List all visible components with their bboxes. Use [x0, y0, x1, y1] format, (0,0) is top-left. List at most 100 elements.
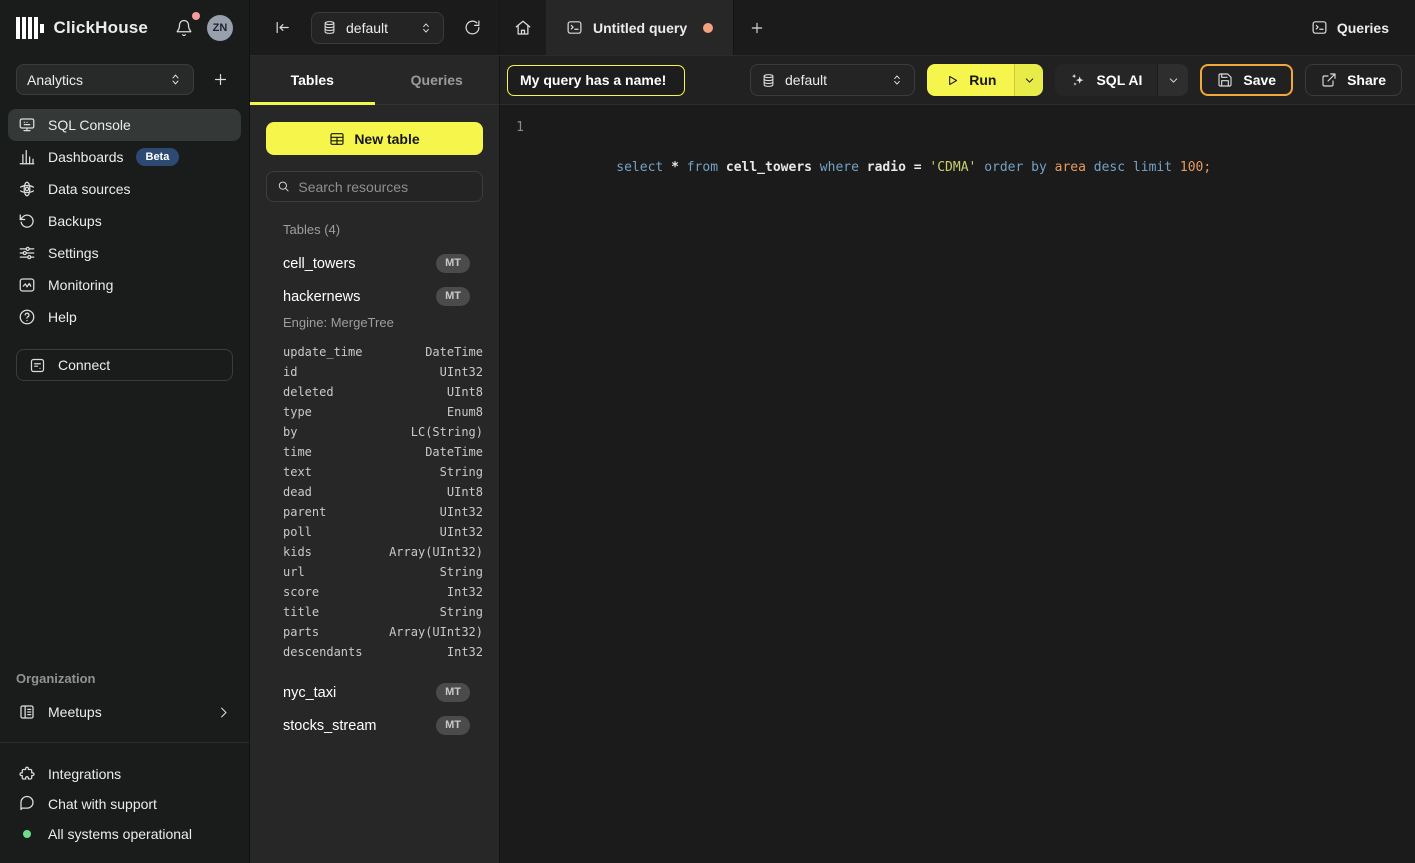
sidebar-item-backups[interactable]: Backups — [8, 205, 241, 237]
column-name: poll — [283, 525, 312, 539]
sidebar-item-dashboards[interactable]: Dashboards Beta — [8, 141, 241, 173]
table-name: cell_towers — [283, 256, 356, 272]
sql-ai-options-button[interactable] — [1157, 64, 1188, 96]
sidebar-item-label: SQL Console — [48, 117, 131, 133]
clickhouse-logo[interactable]: ClickHouse — [16, 17, 148, 39]
system-status-row[interactable]: All systems operational — [0, 819, 249, 849]
search-input[interactable] — [298, 179, 472, 195]
sidebar-item-data-sources[interactable]: Data sources — [8, 173, 241, 205]
search-icon — [277, 179, 290, 194]
table-row-nyc-taxi[interactable]: nyc_taxi MT — [250, 676, 499, 709]
column-row[interactable]: parent UInt32 — [250, 502, 499, 522]
refresh-button[interactable] — [460, 15, 485, 40]
column-row[interactable]: score Int32 — [250, 582, 499, 602]
sidebar-item-monitoring[interactable]: Monitoring — [8, 269, 241, 301]
topbar-database-select[interactable]: default — [311, 12, 444, 44]
toolbar-database-select[interactable]: default — [750, 64, 915, 96]
column-type: String — [440, 465, 483, 479]
share-button[interactable]: Share — [1305, 64, 1402, 96]
connect-wrap: Connect — [0, 337, 249, 393]
column-type: UInt8 — [447, 385, 483, 399]
query-name-input[interactable] — [507, 65, 685, 96]
add-workspace-button[interactable] — [208, 67, 233, 92]
share-label: Share — [1347, 72, 1386, 88]
tab-untitled-query[interactable]: Untitled query — [546, 0, 734, 55]
sidebar-item-help[interactable]: Help — [8, 301, 241, 333]
column-row[interactable]: text String — [250, 462, 499, 482]
content-row: Tables Queries New table Tables (4) cell… — [250, 56, 1415, 863]
save-floppy-icon — [1217, 72, 1233, 88]
run-button[interactable]: Run — [927, 64, 1014, 96]
sidebar-item-sql-console[interactable]: SQL Console — [8, 109, 241, 141]
new-table-button[interactable]: New table — [266, 122, 483, 155]
column-name: kids — [283, 545, 312, 559]
tab-tables[interactable]: Tables — [250, 56, 375, 104]
sql-ai-split-button: SQL AI — [1055, 64, 1188, 96]
column-row[interactable]: poll UInt32 — [250, 522, 499, 542]
sql-editor[interactable]: 1 select * from cell_towers where radio … — [500, 105, 1415, 863]
column-name: time — [283, 445, 312, 459]
sql-token: by — [1031, 160, 1054, 175]
table-row-cell-towers[interactable]: cell_towers MT — [250, 247, 499, 280]
refresh-icon — [464, 19, 481, 36]
new-tab-button[interactable] — [734, 0, 780, 55]
run-options-button[interactable] — [1014, 64, 1043, 96]
column-row[interactable]: title String — [250, 602, 499, 622]
notification-dot — [192, 12, 200, 20]
chevron-down-icon — [1023, 74, 1036, 87]
column-row[interactable]: time DateTime — [250, 442, 499, 462]
sidebar-item-settings[interactable]: Settings — [8, 237, 241, 269]
sql-token: from — [687, 160, 726, 175]
workspace-select[interactable]: Analytics — [16, 64, 194, 95]
save-button[interactable]: Save — [1200, 64, 1293, 96]
sidebar-item-meetups[interactable]: Meetups — [0, 696, 249, 728]
notifications-bell-icon[interactable] — [171, 15, 197, 41]
sidebar-item-label: Backups — [48, 213, 102, 229]
column-row[interactable]: type Enum8 — [250, 402, 499, 422]
explorer-panel: Tables Queries New table Tables (4) cell… — [250, 56, 500, 863]
sql-token: ; — [1203, 160, 1211, 175]
column-row[interactable]: id UInt32 — [250, 362, 499, 382]
sidebar-item-chat-support[interactable]: Chat with support — [0, 789, 249, 819]
column-row[interactable]: parts Array(UInt32) — [250, 622, 499, 642]
column-row[interactable]: kids Array(UInt32) — [250, 542, 499, 562]
sql-token: = — [914, 160, 930, 175]
table-row-stocks-stream[interactable]: stocks_stream MT — [250, 709, 499, 742]
collapse-panel-button[interactable] — [270, 15, 295, 40]
workspace-selected-label: Analytics — [27, 72, 83, 88]
tab-queries[interactable]: Queries — [375, 56, 500, 104]
save-label: Save — [1243, 72, 1276, 88]
right-region: default Untitled query — [250, 0, 1415, 863]
column-row[interactable]: by LC(String) — [250, 422, 499, 442]
column-row[interactable]: update_time DateTime — [250, 342, 499, 362]
sql-token: select — [616, 160, 671, 175]
data-sources-orbit-icon — [18, 180, 36, 198]
collapse-left-icon — [274, 19, 291, 36]
plus-icon — [212, 71, 229, 88]
queries-button[interactable]: Queries — [1285, 0, 1415, 55]
sql-token: area — [1055, 160, 1094, 175]
column-row[interactable]: dead UInt8 — [250, 482, 499, 502]
table-row-hackernews[interactable]: hackernews MT — [250, 280, 499, 313]
column-row[interactable]: descendants Int32 — [250, 642, 499, 662]
table-name: stocks_stream — [283, 718, 376, 734]
column-type: DateTime — [425, 345, 483, 359]
sidebar-item-integrations[interactable]: Integrations — [0, 759, 249, 789]
database-selected-label: default — [346, 20, 388, 36]
tables-section-label: Tables (4) — [250, 222, 499, 237]
connect-button[interactable]: Connect — [16, 349, 233, 381]
home-button[interactable] — [500, 0, 546, 55]
column-row[interactable]: deleted UInt8 — [250, 382, 499, 402]
column-name: text — [283, 465, 312, 479]
database-selected-label: default — [785, 72, 827, 88]
column-type: LC(String) — [411, 425, 483, 439]
home-icon — [514, 19, 532, 37]
avatar[interactable]: ZN — [207, 15, 233, 41]
mergetree-badge: MT — [436, 683, 470, 702]
column-name: parent — [283, 505, 326, 519]
sql-ai-button[interactable]: SQL AI — [1055, 64, 1157, 96]
explorer-tabs: Tables Queries — [250, 56, 499, 105]
column-row[interactable]: url String — [250, 562, 499, 582]
chevron-updown-icon — [890, 73, 904, 87]
chat-bubble-icon — [18, 795, 36, 813]
